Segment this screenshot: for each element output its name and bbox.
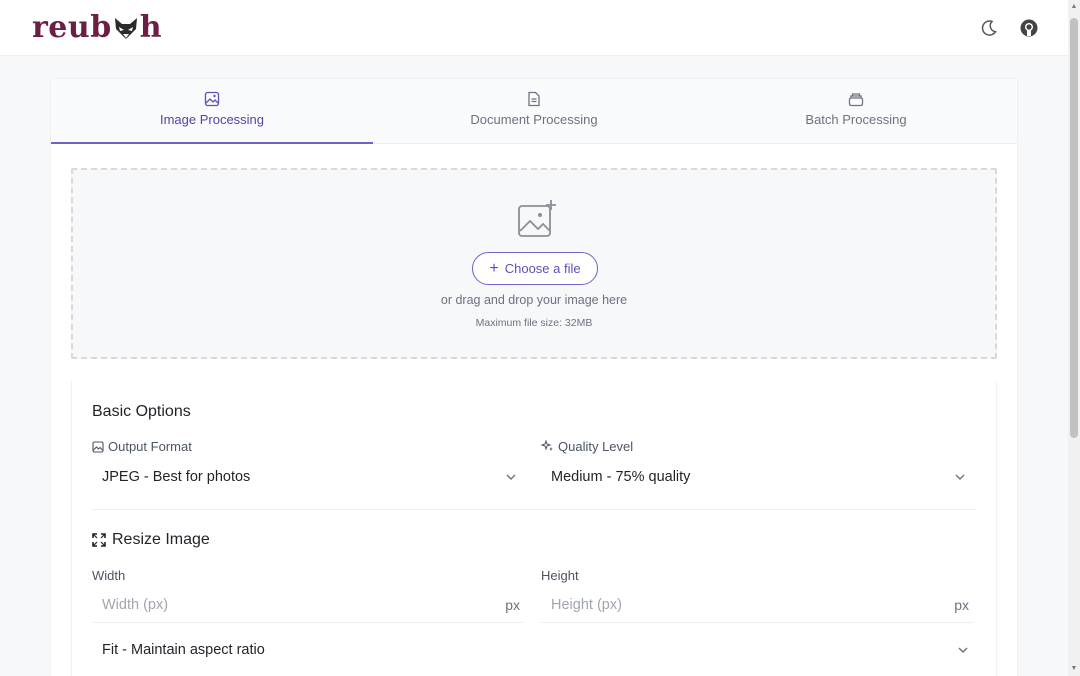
section-divider [92, 509, 976, 510]
output-format-select[interactable]: JPEG - Best for photos [92, 459, 524, 495]
fit-mode-value: Fit - Maintain aspect ratio [102, 642, 265, 658]
height-label: Height [541, 568, 579, 583]
stack-icon [848, 93, 864, 107]
tab-batch-processing[interactable]: Batch Processing [695, 79, 1017, 144]
scroll-up-arrow[interactable]: ▲ [1070, 3, 1078, 11]
fox-logo-icon [114, 17, 137, 39]
choose-file-button[interactable]: + Choose a file [472, 252, 598, 285]
github-icon[interactable] [1019, 18, 1039, 38]
scroll-down-arrow[interactable]: ▼ [1070, 665, 1078, 673]
logo[interactable]: reub h [32, 10, 162, 45]
moon-icon[interactable] [979, 18, 999, 38]
tab-label: Batch Processing [805, 112, 907, 127]
resize-image-title-text: Resize Image [112, 531, 210, 548]
max-file-size-text: Maximum file size: 32MB [475, 317, 593, 329]
width-field[interactable]: px [92, 587, 524, 623]
processing-tabs: Image Processing Document Processing Bat… [51, 79, 1017, 144]
main-card: Image Processing Document Processing Bat… [50, 78, 1018, 676]
quality-level-select[interactable]: Medium - 75% quality [541, 459, 973, 495]
chevron-down-icon [955, 474, 965, 480]
output-format-value: JPEG - Best for photos [102, 469, 251, 485]
basic-options-title: Basic Options [92, 403, 191, 420]
chevron-down-icon [958, 647, 968, 653]
choose-file-label: Choose a file [504, 261, 581, 276]
image-icon [204, 91, 220, 107]
height-unit: px [954, 597, 969, 613]
scrollbar-thumb[interactable] [1070, 18, 1078, 438]
plus-icon: + [489, 259, 499, 277]
tab-document-processing[interactable]: Document Processing [373, 79, 695, 144]
quality-level-label-text: Quality Level [558, 439, 634, 454]
document-icon [528, 91, 540, 107]
resize-image-title: Resize Image [92, 531, 210, 549]
tab-label: Document Processing [470, 112, 598, 127]
width-unit: px [505, 597, 520, 613]
options-panel: Basic Options Output Format JPEG - Best … [71, 381, 997, 676]
add-image-icon [518, 200, 556, 237]
height-input[interactable] [551, 596, 931, 613]
output-format-label: Output Format [92, 439, 192, 454]
tab-image-processing[interactable]: Image Processing [51, 79, 373, 144]
expand-icon [92, 533, 106, 547]
output-format-label-text: Output Format [108, 439, 192, 454]
image-small-icon [92, 440, 104, 453]
file-dropzone[interactable]: + Choose a file or drag and drop your im… [71, 168, 997, 359]
logo-text: reub [32, 10, 112, 45]
height-field[interactable]: px [541, 587, 973, 623]
logo-text-end: h [139, 10, 162, 45]
drag-drop-text: or drag and drop your image here [440, 293, 628, 307]
app-header: reub h [0, 0, 1068, 56]
quality-level-label: Quality Level [541, 439, 633, 454]
quality-level-value: Medium - 75% quality [551, 469, 691, 485]
chevron-down-icon [506, 474, 516, 480]
tab-label: Image Processing [159, 112, 265, 127]
width-input[interactable] [102, 596, 482, 613]
page-scrollbar[interactable]: ▲ ▼ [1068, 0, 1080, 676]
sparkle-icon [541, 440, 553, 451]
fit-mode-select[interactable]: Fit - Maintain aspect ratio [92, 632, 976, 668]
width-label: Width [92, 568, 126, 583]
